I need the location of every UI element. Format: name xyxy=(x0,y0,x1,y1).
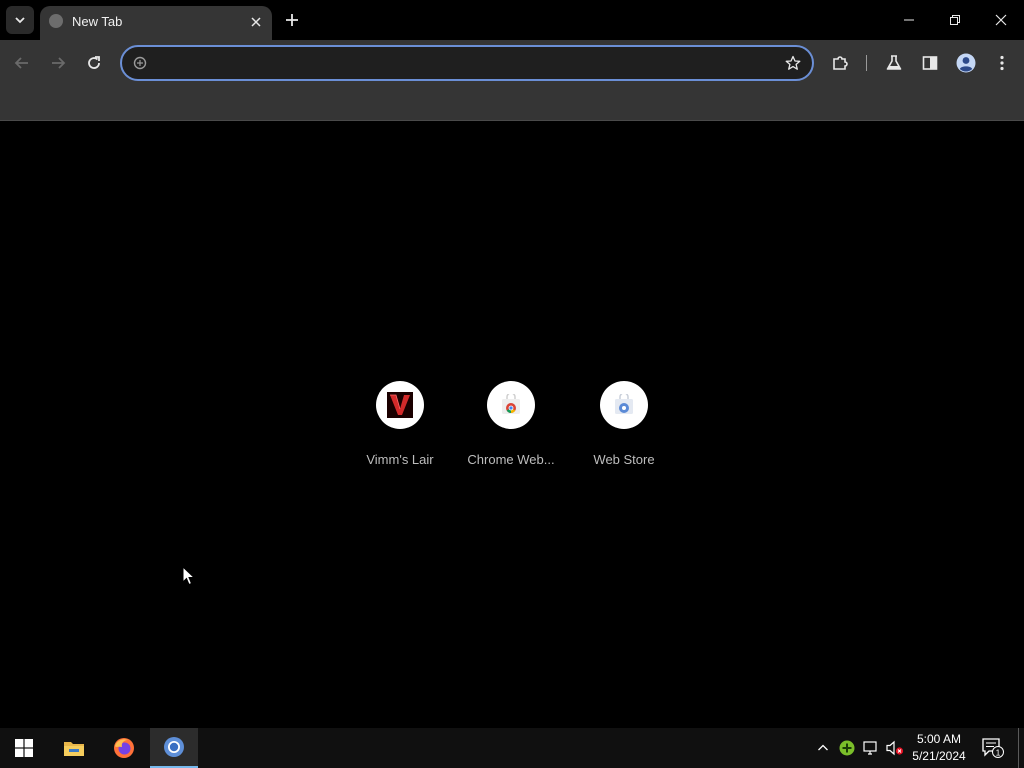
chrome-web-store-icon xyxy=(502,394,520,414)
minimize-button[interactable] xyxy=(886,0,932,40)
vimms-lair-logo-icon xyxy=(387,392,413,418)
site-info-icon[interactable] xyxy=(132,55,148,71)
network-icon xyxy=(863,741,877,755)
tab-close-button[interactable] xyxy=(246,12,266,32)
title-bar: New Tab xyxy=(0,0,1024,40)
tray-network[interactable] xyxy=(861,738,881,758)
bookmarks-bar xyxy=(0,86,1024,121)
star-icon xyxy=(785,55,801,70)
new-tab-button[interactable] xyxy=(280,8,304,32)
taskbar-file-explorer[interactable] xyxy=(50,728,98,768)
minimize-icon xyxy=(904,19,914,21)
chrome-menu-button[interactable] xyxy=(991,52,1013,74)
reload-button[interactable] xyxy=(80,50,108,76)
shortcut-label: Chrome Web... xyxy=(467,452,555,467)
back-button[interactable] xyxy=(8,50,36,76)
action-center-button[interactable]: 1 xyxy=(980,736,1006,760)
profile-button[interactable] xyxy=(955,52,977,74)
extensions-button[interactable] xyxy=(829,52,851,74)
shortcut-icon-wrap xyxy=(600,381,648,429)
tab-new-tab[interactable]: New Tab xyxy=(40,6,272,40)
toolbar-divider xyxy=(866,55,867,71)
forward-button[interactable] xyxy=(44,50,72,76)
tab-title: New Tab xyxy=(72,14,123,29)
address-bar[interactable] xyxy=(120,45,814,81)
show-desktop-button[interactable] xyxy=(1018,728,1019,768)
mouse-cursor-icon xyxy=(182,566,196,586)
arrow-right-icon xyxy=(52,57,66,69)
restore-icon xyxy=(950,15,960,25)
notification-count: 1 xyxy=(996,747,1001,757)
chevron-down-icon xyxy=(15,17,25,24)
shortcut-icon-wrap xyxy=(487,381,535,429)
clock-time: 5:00 AM xyxy=(916,732,962,746)
speaker-muted-icon xyxy=(886,740,904,756)
puzzle-piece-icon xyxy=(833,56,848,70)
taskbar-clock[interactable]: 5:00 AM 5/21/2024 xyxy=(904,731,974,765)
chrome-labs-button[interactable] xyxy=(883,52,905,74)
avatar-icon xyxy=(956,53,976,73)
shortcut-label: Vimm's Lair xyxy=(366,452,434,467)
restore-button[interactable] xyxy=(932,0,978,40)
taskbar: 5:00 AM 5/21/2024 1 xyxy=(0,728,1024,768)
address-input[interactable] xyxy=(156,51,770,77)
side-panel-button[interactable] xyxy=(919,52,941,74)
clock-date: 5/21/2024 xyxy=(912,749,966,763)
firefox-icon xyxy=(114,738,134,758)
shortcut-chrome-web-store[interactable]: Chrome Web... xyxy=(456,381,566,471)
browser-toolbar xyxy=(0,40,1024,86)
notification-icon: 1 xyxy=(982,738,1004,758)
chevron-up-icon xyxy=(818,744,828,751)
shortcut-vimms-lair[interactable]: Vimm's Lair xyxy=(345,381,455,471)
taskbar-chrome[interactable] xyxy=(150,728,198,768)
close-icon xyxy=(251,17,261,27)
chrome-icon xyxy=(164,737,184,757)
side-panel-icon xyxy=(922,56,938,70)
web-store-icon xyxy=(615,394,633,414)
close-window-button[interactable] xyxy=(978,0,1024,40)
start-button[interactable] xyxy=(0,728,48,768)
arrow-left-icon xyxy=(14,57,28,69)
tab-search-button[interactable] xyxy=(6,6,34,34)
green-plus-icon xyxy=(839,740,855,756)
show-hidden-icons-button[interactable] xyxy=(813,738,833,758)
shortcut-web-store[interactable]: Web Store xyxy=(569,381,679,471)
bookmark-star-button[interactable] xyxy=(784,54,802,72)
close-icon xyxy=(995,14,1007,26)
folder-icon xyxy=(64,742,84,756)
plus-icon xyxy=(286,14,298,26)
tray-volume[interactable] xyxy=(885,738,905,758)
shortcut-icon-wrap xyxy=(376,381,424,429)
tray-app-status[interactable] xyxy=(837,738,857,758)
flask-icon xyxy=(886,55,902,70)
more-vertical-icon xyxy=(1000,55,1004,71)
shortcut-label: Web Store xyxy=(593,452,655,467)
reload-icon xyxy=(88,56,100,69)
site-info-icon xyxy=(133,56,147,70)
globe-icon xyxy=(49,14,63,28)
windows-logo-icon xyxy=(15,739,33,757)
taskbar-firefox[interactable] xyxy=(100,728,148,768)
